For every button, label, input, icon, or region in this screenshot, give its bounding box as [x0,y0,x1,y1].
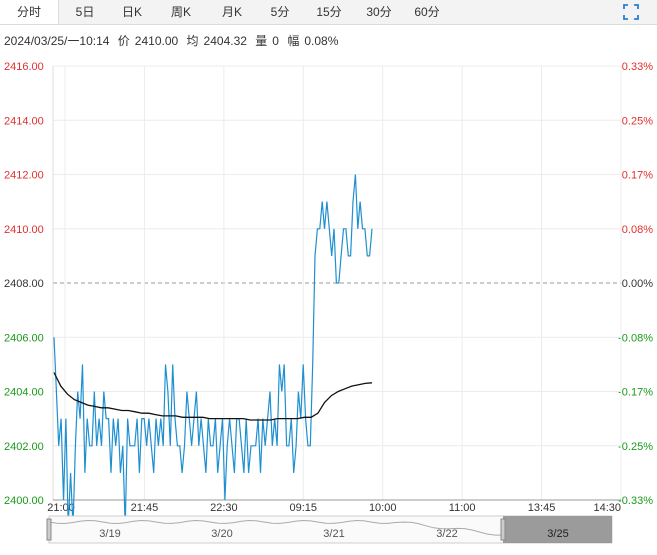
navigator-date-label: 3/20 [211,528,232,540]
pct-tick-label: 0.08% [622,224,653,236]
navigator-handle-mid[interactable] [500,518,506,541]
navigator-date-label: 3/21 [323,528,344,540]
pct-tick-label: -0.08% [618,332,653,344]
navigator-handle-left[interactable] [46,518,52,541]
y-tick-label: 2408.00 [4,278,44,290]
pct-tick-label: 0.25% [622,115,653,127]
intraday-chart[interactable]: 2416.00 0.33% 2414.00 0.25% 2412.00 0.17% 2410… [0,0,657,555]
pct-tick-label: -0.33% [618,495,653,507]
navigator-date-label: 3/22 [436,528,457,540]
navigator-date-label: 3/25 [547,528,568,540]
y-tick-label: 2406.00 [4,332,44,344]
pct-tick-label: 0.00% [622,278,653,290]
y-tick-label: 2410.00 [4,224,44,236]
x-tick-label: 10:00 [369,502,397,514]
y-tick-label: 2400.00 [4,495,44,507]
pct-tick-label: -0.17% [618,387,653,399]
pct-tick-label: -0.25% [618,441,653,453]
x-tick-label: 21:45 [131,502,159,514]
y-tick-label: 2412.00 [4,170,44,182]
x-tick-label: 13:45 [528,502,556,514]
x-tick-label: 14:30 [593,502,621,514]
x-tick-label: 22:30 [210,502,238,514]
price-series-line [53,174,373,528]
x-tick-label: 21:00 [47,502,75,514]
navigator-date-label: 3/19 [99,528,120,540]
pct-tick-label: 0.33% [622,61,653,73]
pct-tick-label: 0.17% [622,170,653,182]
y-tick-label: 2404.00 [4,387,44,399]
x-tick-label: 09:15 [290,502,318,514]
x-tick-label: 11:00 [449,502,476,514]
y-tick-label: 2402.00 [4,441,44,453]
y-tick-label: 2416.00 [4,61,44,73]
average-series-line [53,372,373,421]
y-tick-label: 2414.00 [4,115,44,127]
